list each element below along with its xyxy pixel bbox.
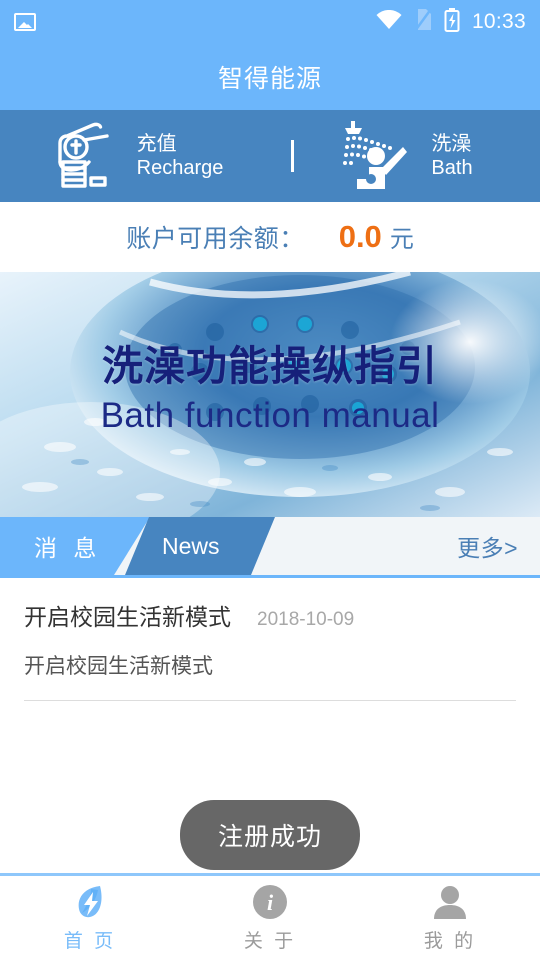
- image-icon: [14, 13, 36, 31]
- bottom-navigation: 首 页 i 关 于 我 的: [0, 873, 540, 960]
- account-balance-row: 账户可用余额： 0.0 元: [0, 202, 540, 272]
- news-item-summary: 开启校园生活新模式: [24, 655, 213, 678]
- no-sim-icon: [413, 7, 432, 37]
- svg-text:i: i: [267, 890, 274, 915]
- info-circle-icon: i: [252, 883, 288, 921]
- nav-label-home: 首 页: [63, 931, 117, 952]
- bath-manual-banner[interactable]: 洗澡功能操纵指引 Bath function manual: [0, 272, 540, 517]
- nav-label-mine: 我 的: [423, 931, 477, 952]
- nav-item-home[interactable]: 首 页: [0, 876, 180, 960]
- tab-news-en[interactable]: News: [125, 517, 275, 575]
- balance-amount: 0.0: [338, 219, 382, 254]
- news-item-divider: [24, 700, 516, 701]
- tab-news-cn[interactable]: 消 息: [0, 517, 150, 575]
- bath-labels: 洗澡 Bath: [431, 132, 472, 181]
- leaf-bolt-home-icon: [71, 883, 109, 921]
- bath-button[interactable]: 洗澡 Bath: [270, 110, 540, 202]
- news-more-link[interactable]: 更多>: [457, 529, 518, 563]
- recharge-labels: 充值 Recharge: [137, 132, 224, 181]
- battery-charging-icon: [444, 7, 460, 37]
- balance-value-group: 0.0 元: [339, 219, 414, 255]
- status-bar-clock: 10:33: [471, 10, 526, 33]
- shower-person-icon: [337, 117, 415, 196]
- balance-label: 账户可用余额：: [126, 225, 305, 253]
- list-item[interactable]: 开启校园生活新模式 2018-10-09 开启校园生活新模式: [24, 578, 516, 701]
- recharge-label-cn: 充值: [136, 132, 177, 155]
- app-title-bar: 智得能源: [0, 44, 540, 110]
- wifi-icon: [376, 9, 402, 35]
- toast-message: 注册成功: [179, 800, 361, 870]
- nav-item-mine[interactable]: 我 的: [360, 876, 540, 960]
- news-item-title: 开启校园生活新模式: [24, 604, 231, 630]
- page-title: 智得能源: [217, 65, 322, 93]
- action-divider: [291, 140, 294, 172]
- status-bar: 10:33: [0, 0, 540, 44]
- bath-label-en: Bath: [431, 157, 473, 179]
- news-section-header: 消 息 News 更多>: [0, 517, 540, 578]
- news-item-head: 开启校园生活新模式 2018-10-09: [24, 592, 516, 636]
- shower-head-water-photo: [0, 272, 540, 517]
- quick-action-bar: 充值 Recharge 洗澡 Bath: [0, 110, 540, 202]
- hand-coin-recharge-icon: [47, 118, 121, 195]
- recharge-button[interactable]: 充值 Recharge: [0, 110, 270, 202]
- person-icon: [432, 883, 468, 921]
- recharge-label-en: Recharge: [136, 157, 224, 179]
- nav-label-about: 关 于: [243, 931, 297, 952]
- balance-currency-unit: 元: [389, 226, 414, 253]
- status-bar-right: 10:33: [376, 7, 526, 37]
- status-bar-left: [14, 13, 36, 31]
- nav-item-about[interactable]: i 关 于: [180, 876, 360, 960]
- bath-label-cn: 洗澡: [431, 132, 472, 155]
- app-screen: 10:33 智得能源 充值 Recharge 洗澡 Bath 账户可用余额： 0…: [0, 0, 540, 960]
- news-item-date: 2018-10-09: [257, 609, 355, 630]
